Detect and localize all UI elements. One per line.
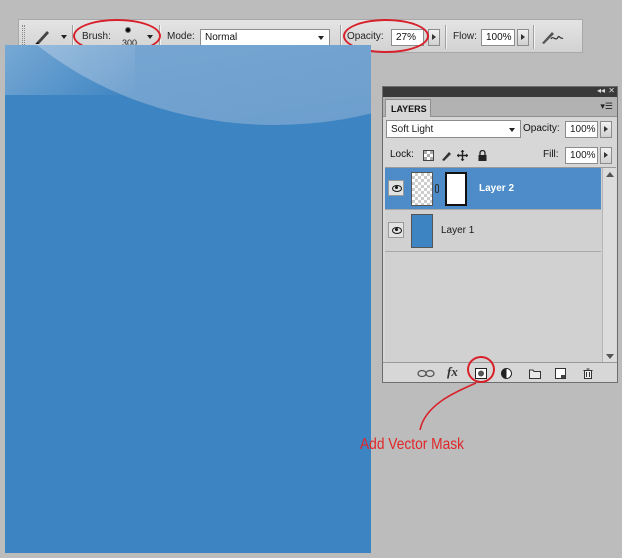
- blend-mode-value: Soft Light: [391, 124, 434, 135]
- fill-input[interactable]: 100%: [565, 147, 598, 164]
- chevron-down-icon: [318, 36, 324, 40]
- brush-tip-icon[interactable]: [125, 27, 131, 33]
- layer-opacity-slider-button[interactable]: [600, 121, 612, 138]
- lock-transparent-pixels-icon[interactable]: [423, 150, 434, 161]
- flow-label: Flow:: [453, 31, 477, 42]
- mode-select-value: Normal: [205, 32, 238, 43]
- lock-all-icon[interactable]: [477, 150, 488, 161]
- lock-position-icon[interactable]: [457, 150, 468, 161]
- panel-tab-strip: LAYERS ▾☰: [383, 97, 617, 117]
- canvas-corner-glare: [5, 45, 135, 95]
- brush-picker-arrow[interactable]: [147, 35, 153, 39]
- new-layer-icon[interactable]: [555, 368, 566, 379]
- mode-label: Mode:: [167, 31, 195, 42]
- trash-icon[interactable]: [583, 368, 593, 379]
- layers-list: Layer 2 Layer 1: [385, 167, 616, 363]
- layer-row-layer-1[interactable]: Layer 1: [385, 210, 601, 252]
- fill-slider-button[interactable]: [600, 147, 612, 164]
- annotation-label: Add Vector Mask: [360, 436, 465, 453]
- brush-label: Brush:: [82, 31, 111, 42]
- panel-menu-icon[interactable]: ▾☰: [600, 101, 613, 112]
- lock-label: Lock:: [390, 149, 414, 160]
- layer-opacity-label: Opacity:: [523, 123, 560, 134]
- document-canvas[interactable]: [5, 45, 371, 553]
- chevron-down-icon: [509, 128, 515, 132]
- lock-image-pixels-icon[interactable]: [441, 150, 452, 161]
- opacity-slider-button[interactable]: [428, 29, 440, 46]
- adjustment-layer-icon[interactable]: [501, 368, 512, 379]
- flow-input[interactable]: 100%: [481, 29, 515, 46]
- visibility-eye-icon[interactable]: [388, 222, 404, 238]
- scroll-up-arrow[interactable]: [606, 172, 614, 177]
- layer-thumbnail[interactable]: [411, 172, 433, 206]
- mode-select[interactable]: Normal: [200, 29, 330, 46]
- brush-tool-icon[interactable]: [33, 28, 57, 46]
- link-chain-icon[interactable]: [435, 184, 439, 193]
- separator: [445, 25, 446, 49]
- layer-name[interactable]: Layer 1: [441, 225, 474, 236]
- layer-style-fx-icon[interactable]: fx: [447, 364, 458, 379]
- scroll-down-arrow[interactable]: [606, 354, 614, 359]
- blend-mode-select[interactable]: Soft Light: [386, 120, 521, 138]
- collapse-icon[interactable]: ◂◂: [597, 86, 605, 95]
- opacity-label: Opacity:: [347, 31, 384, 42]
- panel-footer: fx: [383, 362, 617, 382]
- flow-slider-button[interactable]: [517, 29, 529, 46]
- add-vector-mask-icon[interactable]: [475, 368, 487, 379]
- layer-row-layer-2[interactable]: Layer 2: [385, 168, 601, 210]
- close-icon[interactable]: ✕: [608, 86, 615, 95]
- layer-name[interactable]: Layer 2: [479, 183, 514, 194]
- fill-label: Fill:: [543, 149, 559, 160]
- layer-opacity-input[interactable]: 100%: [565, 121, 598, 138]
- layers-panel: ◂◂ ✕ LAYERS ▾☰ Soft Light Opacity: 100% …: [382, 86, 618, 383]
- tab-layers[interactable]: LAYERS: [385, 99, 431, 117]
- panel-title-bar[interactable]: ◂◂ ✕: [383, 86, 617, 97]
- layer-mask-thumbnail[interactable]: [445, 172, 467, 206]
- airbrush-icon[interactable]: [540, 27, 564, 47]
- separator: [533, 25, 534, 49]
- tool-preset-dropdown-arrow[interactable]: [61, 35, 67, 39]
- link-layers-icon[interactable]: [417, 368, 435, 379]
- new-group-folder-icon[interactable]: [529, 368, 541, 379]
- layers-scrollbar[interactable]: [602, 168, 616, 363]
- opacity-input[interactable]: 27%: [391, 29, 424, 46]
- layer-thumbnail[interactable]: [411, 214, 433, 248]
- visibility-eye-icon[interactable]: [388, 180, 404, 196]
